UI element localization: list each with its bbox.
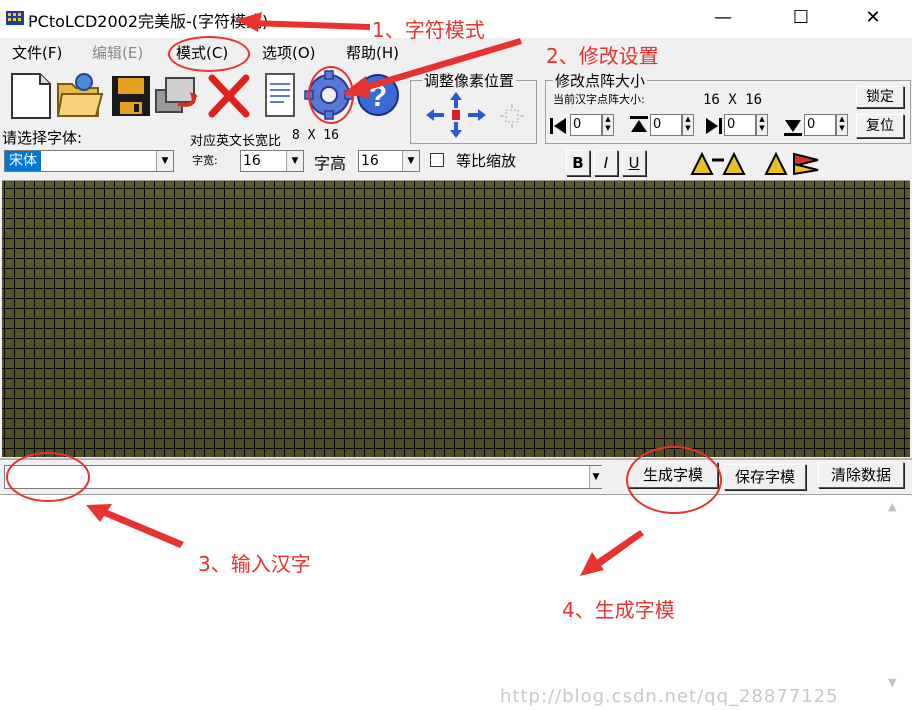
annotation-step-4: 4、生成字模 bbox=[562, 598, 675, 622]
annotation-step-2: 2、修改设置 bbox=[546, 44, 659, 68]
annotation-step-3: 3、输入汉字 bbox=[198, 552, 311, 576]
annotation-arrows bbox=[86, 12, 644, 576]
annotation-step-1: 1、字符模式 bbox=[372, 18, 485, 42]
